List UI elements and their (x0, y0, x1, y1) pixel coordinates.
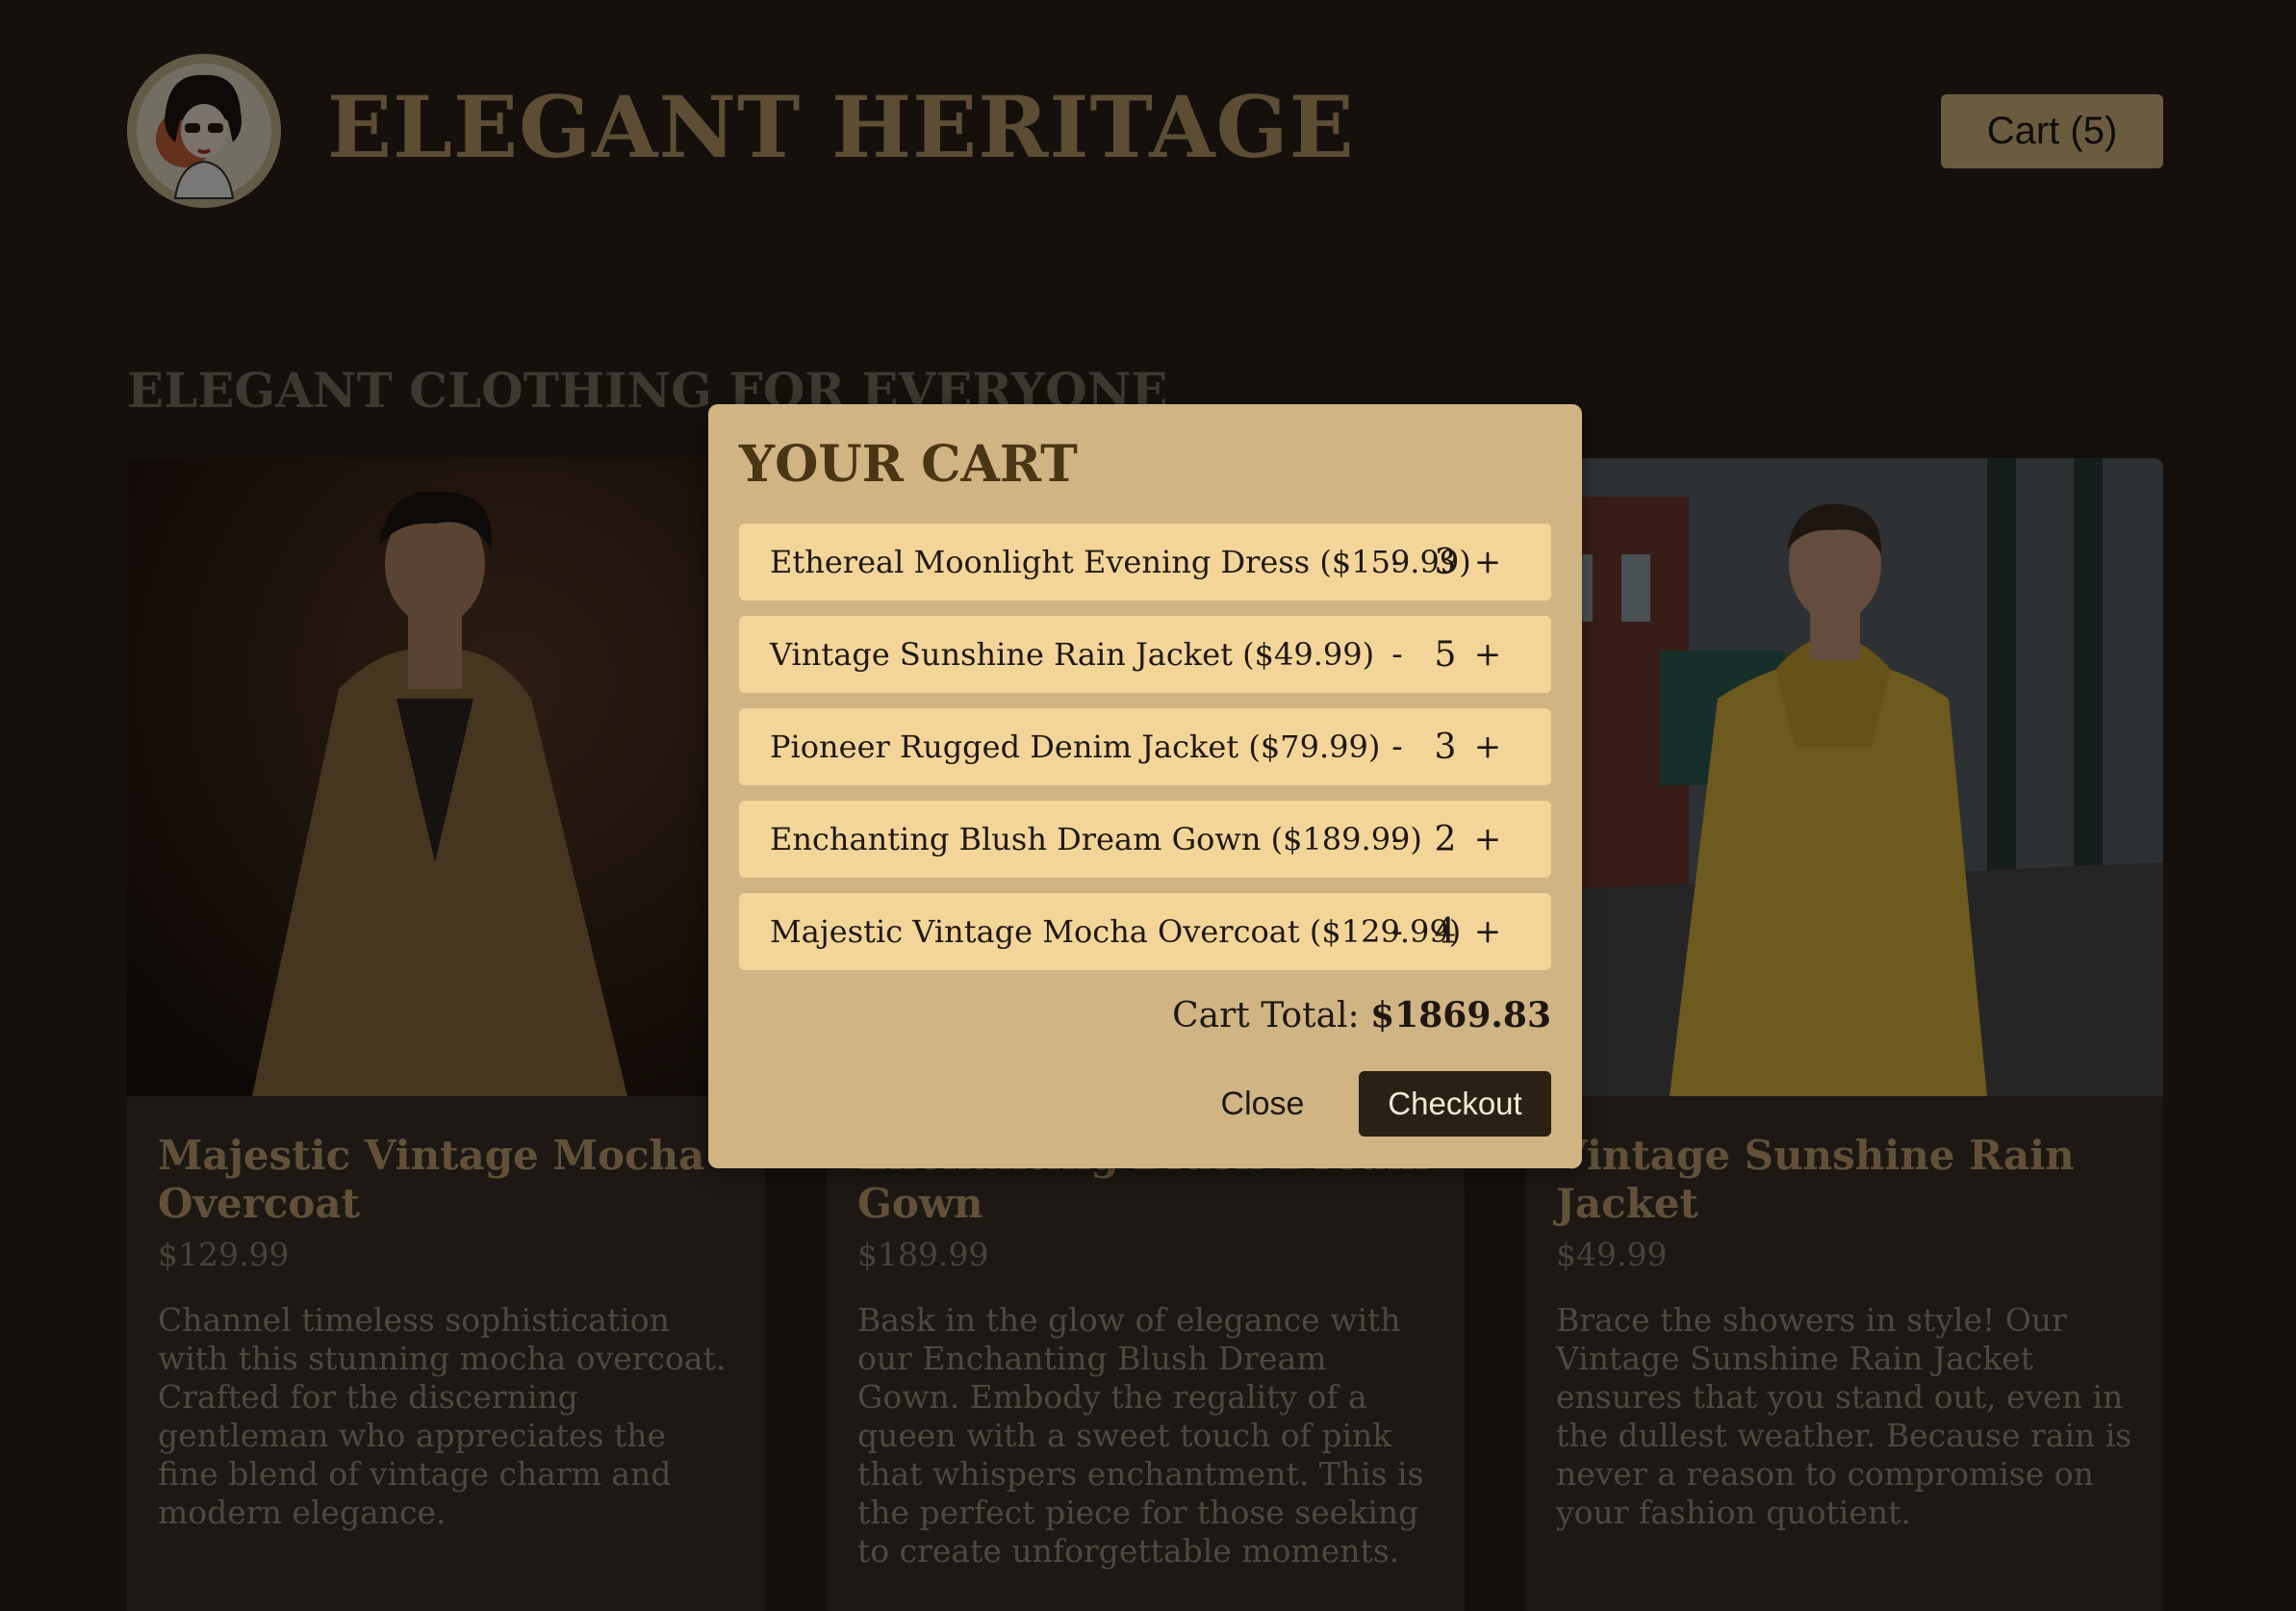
decrease-quantity-button[interactable]: - (1378, 616, 1416, 693)
cart-item-label: Enchanting Blush Dream Gown ($189.99) (770, 821, 1422, 857)
cart-item-label: Vintage Sunshine Rain Jacket ($49.99) (770, 636, 1375, 673)
decrease-quantity-button[interactable]: - (1378, 708, 1416, 785)
item-quantity: 2 (1434, 819, 1457, 859)
cart-item-label: Majestic Vintage Mocha Overcoat ($129.99… (770, 913, 1462, 950)
increase-quantity-button[interactable]: + (1468, 708, 1507, 785)
item-quantity: 4 (1434, 911, 1457, 952)
cart-item: Majestic Vintage Mocha Overcoat ($129.99… (739, 893, 1551, 970)
cart-modal: YOUR CART Ethereal Moonlight Evening Dre… (708, 404, 1582, 1168)
page: ELEGANT HERITAGE Cart (5) ELEGANT CLOTHI… (0, 0, 2296, 1611)
decrease-quantity-button[interactable]: - (1378, 893, 1416, 970)
increase-quantity-button[interactable]: + (1468, 801, 1507, 878)
cart-item: Pioneer Rugged Denim Jacket ($79.99) - 3… (739, 708, 1551, 785)
cart-item: Enchanting Blush Dream Gown ($189.99) - … (739, 801, 1551, 878)
cart-total-label: Cart Total: (1172, 996, 1360, 1036)
checkout-button[interactable]: Checkout (1359, 1071, 1551, 1137)
close-button[interactable]: Close (1205, 1071, 1320, 1137)
item-quantity: 3 (1434, 727, 1457, 767)
decrease-quantity-button[interactable]: - (1378, 524, 1416, 601)
increase-quantity-button[interactable]: + (1468, 524, 1507, 601)
cart-total: Cart Total: $1869.83 (1172, 995, 1551, 1036)
cart-title: YOUR CART (739, 435, 1078, 494)
increase-quantity-button[interactable]: + (1468, 893, 1507, 970)
cart-item-label: Pioneer Rugged Denim Jacket ($79.99) (770, 729, 1381, 765)
cart-item-label: Ethereal Moonlight Evening Dress ($159.9… (770, 544, 1471, 580)
cart-item: Vintage Sunshine Rain Jacket ($49.99) - … (739, 616, 1551, 693)
decrease-quantity-button[interactable]: - (1378, 801, 1416, 878)
cart-total-value: $1869.83 (1370, 995, 1551, 1036)
item-quantity: 5 (1434, 634, 1457, 675)
cart-item: Ethereal Moonlight Evening Dress ($159.9… (739, 524, 1551, 601)
increase-quantity-button[interactable]: + (1468, 616, 1507, 693)
item-quantity: 3 (1434, 542, 1457, 582)
